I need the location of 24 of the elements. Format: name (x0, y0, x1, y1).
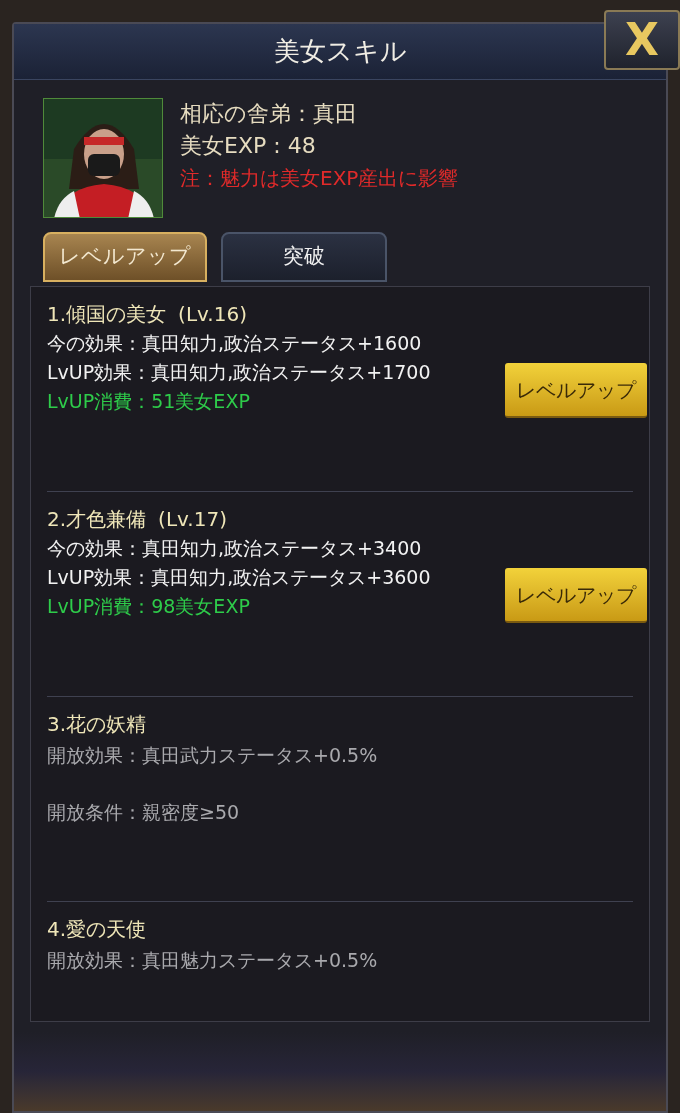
unlock-effect-text: 開放効果：真田武力ステータス+0.5% (47, 743, 378, 768)
info-text: 美女EXP : 48 (180, 132, 317, 160)
close-button[interactable]: X (604, 10, 680, 70)
effect-text: 今の効果：真田知力,政治ステータス+1600 (47, 331, 422, 356)
skill-title: 4.愛の天使 (47, 916, 147, 943)
unlock-effect-text: 開放効果：真田魅力ステータス+0.5% (47, 948, 378, 973)
skill-title: 1.傾国の美女 (47, 301, 167, 328)
effect-text: 今の効果：真田知力,政治ステータス+3400 (47, 536, 422, 561)
level-up-button[interactable]: レベルアップ (505, 568, 647, 623)
unlock-condition-text: 開放条件：親密度≥50 (47, 800, 240, 825)
tab[interactable]: 突破 (221, 232, 387, 282)
cost-text: LvUP消費：98美女EXP (47, 594, 250, 619)
level-up-button[interactable]: レベルアップ (505, 363, 647, 418)
dialog-title: 美女スキル (273, 35, 407, 68)
skill-level: (Lv.17) (158, 506, 227, 533)
skill-level: (Lv.16) (178, 301, 247, 328)
effect-text: LvUP効果：真田知力,政治ステータス+3600 (47, 565, 431, 590)
note-text: 注：魅力は美女EXP産出に影響 (180, 165, 459, 192)
skill-title: 2.才色兼備 (47, 506, 147, 533)
cost-text: LvUP消費：51美女EXP (47, 389, 250, 414)
skill-title: 3.花の妖精 (47, 711, 147, 738)
effect-text: LvUP効果：真田知力,政治ステータス+1700 (47, 360, 431, 385)
info-text: 相応の舎弟：真田 (180, 100, 358, 128)
tab[interactable]: レベルアップ (43, 232, 207, 282)
